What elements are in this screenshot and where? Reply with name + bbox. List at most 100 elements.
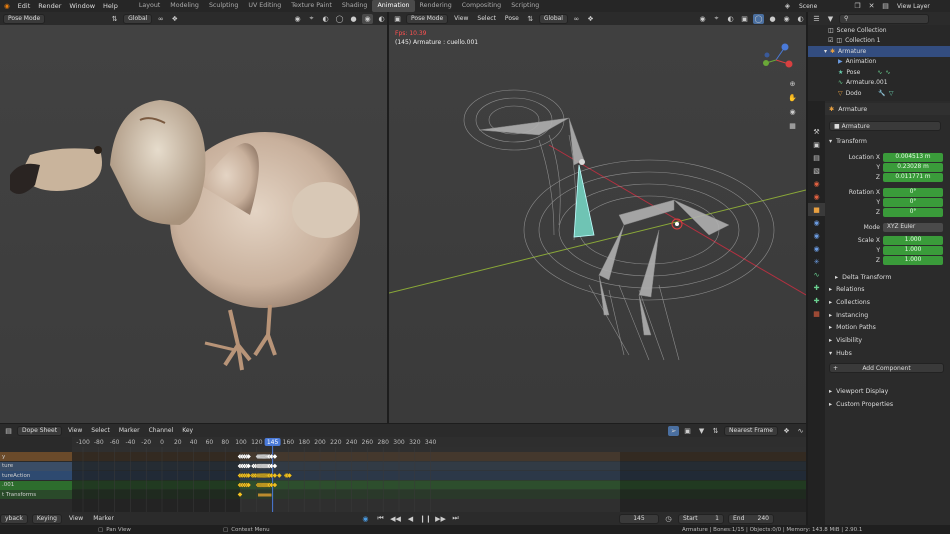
menu-select[interactable]: Select (474, 15, 499, 22)
bone-constraint-tab-icon[interactable]: ✚ (808, 294, 825, 307)
delta-transform-panel[interactable]: ▸ Delta Transform (825, 271, 950, 283)
outliner-item-armature[interactable]: ▾ ✱ Armature (808, 46, 950, 57)
tab-sculpting[interactable]: Sculpting (204, 0, 243, 12)
tab-layout[interactable]: Layout (134, 0, 165, 12)
visibility-icon[interactable]: ◉ (697, 14, 708, 24)
camera-icon[interactable]: ◉ (787, 105, 798, 119)
record-icon[interactable]: ◉ (360, 514, 371, 524)
transform-icon[interactable]: ⇅ (525, 14, 536, 24)
add-component-button[interactable]: + Add Component (829, 363, 944, 373)
visibility-icon[interactable]: ◉ (292, 14, 303, 24)
rotation-z-field[interactable]: 0° (883, 207, 943, 217)
channel-2[interactable]: tureAction (0, 471, 72, 480)
mode-dropdown-right[interactable]: Pose Mode (406, 13, 449, 24)
dope-sheet-icon[interactable]: ▤ (3, 426, 14, 436)
menu-select[interactable]: Select (88, 427, 113, 434)
snap-icon[interactable]: ❖ (169, 14, 180, 24)
menu-key[interactable]: Key (179, 427, 196, 434)
scene-tab-icon[interactable]: ◉ (808, 177, 825, 190)
material-shading-icon[interactable]: ◉ (781, 14, 792, 24)
menu-window[interactable]: Window (65, 2, 99, 10)
channel-0[interactable]: y (0, 452, 72, 461)
keying-dropdown[interactable]: Keying (31, 513, 62, 524)
checkbox-icon[interactable]: ☑ (828, 37, 833, 44)
menu-pose[interactable]: Pose (502, 15, 522, 22)
mode-dropdown-left[interactable]: Pose Mode (3, 13, 46, 24)
location-x-field[interactable]: 0.004513 m (883, 152, 943, 162)
xray-icon[interactable]: ▣ (739, 14, 750, 24)
jump-start-icon[interactable]: ⏮ (375, 514, 386, 524)
close-icon[interactable]: ✕ (866, 1, 877, 11)
playback-dropdown[interactable]: yback (0, 513, 28, 524)
collections-panel[interactable]: ▸ Collections (825, 296, 950, 308)
menu-marker[interactable]: Marker (90, 515, 117, 522)
physics-tab-icon[interactable]: ◉ (808, 242, 825, 255)
wireframe-shading-icon[interactable]: ◯ (334, 14, 345, 24)
hubs-panel[interactable]: ▾ Hubs (825, 347, 950, 359)
location-z-field[interactable]: 0.011771 m (883, 172, 943, 182)
location-y-field[interactable]: 0.23028 m (883, 162, 943, 172)
render-tab-icon[interactable]: ▣ (808, 138, 825, 151)
orientation-dropdown-right[interactable]: Global (538, 13, 568, 24)
data-name-row[interactable]: ■ Armature (825, 120, 950, 132)
tab-compositing[interactable]: Compositing (457, 0, 506, 12)
instancing-panel[interactable]: ▸ Instancing (825, 309, 950, 321)
outliner-item-pose[interactable]: ★ Pose ∿ ∿ (808, 67, 950, 78)
orientation-dropdown-left[interactable]: Global (123, 13, 153, 24)
material-shading-icon[interactable]: ◉ (362, 13, 373, 24)
relations-panel[interactable]: ▸ Relations (825, 283, 950, 295)
prev-keyframe-icon[interactable]: ◀◀ (390, 514, 401, 524)
rotation-x-field[interactable]: 0° (883, 187, 943, 197)
transform-panel-header[interactable]: ▾ Transform (825, 135, 950, 147)
show-hidden-icon[interactable]: ▣ (682, 426, 693, 436)
outliner-item-animation[interactable]: ▶ Animation (808, 57, 950, 68)
interpolation-icon[interactable]: ∿ (795, 426, 806, 436)
snap-icon[interactable]: ❖ (585, 14, 596, 24)
copy-icon[interactable]: ❐ (852, 1, 863, 11)
view-layer-tab-icon[interactable]: ▧ (808, 164, 825, 177)
overlay-icon[interactable]: ◐ (320, 14, 331, 24)
next-keyframe-icon[interactable]: ▶▶ (435, 514, 446, 524)
solid-shading-icon[interactable]: ● (767, 14, 778, 24)
snap-mode-dropdown[interactable]: Nearest Frame (724, 425, 778, 436)
overlay-icon[interactable]: ◐ (725, 14, 736, 24)
zoom-icon[interactable]: ⊕ (787, 77, 798, 91)
wireframe-shading-icon[interactable]: ◯ (753, 13, 764, 24)
menu-view[interactable]: View (451, 15, 471, 22)
menu-render[interactable]: Render (34, 2, 65, 10)
only-selected-icon[interactable]: ➢ (668, 425, 680, 436)
outliner-item-scene-collection[interactable]: ◫ Scene Collection (808, 25, 950, 36)
outliner-search[interactable]: ⚲ (839, 13, 929, 24)
editor-type-icon[interactable]: ☰ (811, 14, 822, 24)
expand-icon[interactable]: ▾ (824, 48, 827, 55)
filter-icon[interactable]: ▼ (825, 14, 836, 24)
view-layer-selector[interactable]: ❐ ✕ ▤ View Layer (852, 0, 933, 12)
scale-y-field[interactable]: 1.000 (883, 245, 943, 255)
blender-logo-icon[interactable]: ◉ (0, 2, 14, 10)
tab-uv-editing[interactable]: UV Editing (243, 0, 286, 12)
menu-view[interactable]: View (66, 515, 86, 522)
rendered-shading-icon[interactable]: ◐ (376, 14, 387, 24)
viewport-display-panel[interactable]: ▸ Viewport Display (825, 385, 950, 397)
rendered-shading-icon[interactable]: ◐ (795, 14, 806, 24)
scale-z-field[interactable]: 1.000 (883, 255, 943, 265)
gizmo-icon[interactable]: ⌖ (306, 14, 317, 24)
dope-sheet-timeline[interactable]: -100 -80 -60 -40 -20 0 20 40 60 80 100 120 145 160 180… (0, 437, 806, 523)
editor-mode-dropdown[interactable]: Dope Sheet (17, 425, 63, 436)
channel-1[interactable]: ture (0, 461, 72, 471)
proportional-icon[interactable]: ❖ (781, 426, 792, 436)
object-tab-icon[interactable]: ■ (808, 203, 825, 216)
channel-4[interactable]: t Transforms (0, 490, 72, 499)
scene-selector[interactable]: ◈ Scene (782, 0, 820, 12)
armature-data-tab-icon[interactable]: ∿ (808, 268, 825, 281)
pivot-icon[interactable]: ∞ (571, 14, 582, 24)
dope-sheet[interactable]: ▤ Dope Sheet View Select Marker Channel … (0, 424, 806, 525)
bone-tab-icon[interactable]: ✚ (808, 281, 825, 294)
editor-type-icon[interactable]: ▣ (392, 14, 403, 24)
play-reverse-icon[interactable]: ◀ (405, 514, 416, 524)
tab-scripting[interactable]: Scripting (506, 0, 544, 12)
constraints-tab-icon[interactable]: ✳ (808, 255, 825, 268)
rotation-mode-dropdown[interactable]: XYZ Euler (883, 222, 943, 232)
object-name-field[interactable]: ■ Armature (829, 121, 941, 131)
snap-icon[interactable]: ⇅ (710, 426, 721, 436)
